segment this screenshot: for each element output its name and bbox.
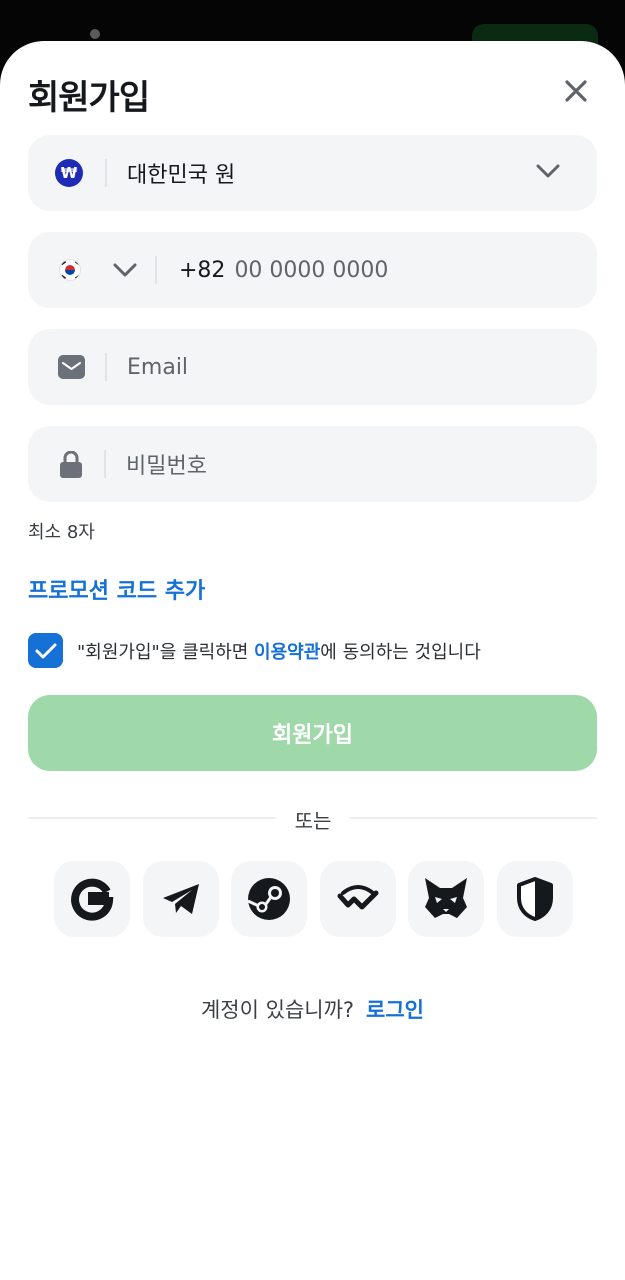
signup-button[interactable]: 회원가입 <box>28 695 597 771</box>
terms-prefix: "회원가입"을 클릭하면 <box>77 642 255 663</box>
google-login-button[interactable] <box>54 861 130 937</box>
page-title: 회원가입 <box>28 78 150 118</box>
lock-icon <box>60 450 82 478</box>
promo-code-link[interactable]: 프로모션 코드 추가 <box>28 573 205 605</box>
walletconnect-login-button[interactable] <box>320 861 396 937</box>
field-separator <box>105 353 107 381</box>
field-separator <box>104 450 106 478</box>
backdrop-camera-dot <box>90 29 100 39</box>
login-link[interactable]: 로그인 <box>366 998 424 1022</box>
phone-prefix: +82 <box>179 257 226 283</box>
terms-link[interactable]: 이용약관 <box>254 642 320 663</box>
terms-checkbox[interactable] <box>28 633 63 668</box>
terms-suffix: 에 동의하는 것입니다 <box>320 642 481 663</box>
google-icon <box>71 878 114 921</box>
currency-value: 대한민국 원 <box>127 163 236 188</box>
telegram-login-button[interactable] <box>143 861 219 937</box>
steam-login-button[interactable] <box>231 861 307 937</box>
close-icon <box>565 80 587 102</box>
password-placeholder[interactable]: 비밀번호 <box>126 448 207 480</box>
divider-line-left <box>28 817 276 819</box>
password-hint: 최소 8자 <box>28 522 95 543</box>
won-coin-icon: ₩ <box>55 159 83 187</box>
login-prompt: 계정이 있습니까? 로그인 <box>0 994 625 1024</box>
metamask-login-button[interactable] <box>408 861 484 937</box>
check-icon <box>35 643 56 658</box>
email-field[interactable]: Email <box>28 329 597 405</box>
telegram-icon <box>163 884 199 914</box>
metamask-fox-icon <box>425 878 467 918</box>
terms-text: "회원가입"을 클릭하면 이용약관에 동의하는 것입니다 <box>77 638 481 664</box>
close-button[interactable] <box>559 74 593 108</box>
phone-placeholder[interactable]: 00 0000 0000 <box>234 258 388 283</box>
divider-line-right <box>349 817 597 819</box>
email-placeholder[interactable]: Email <box>127 355 188 380</box>
password-field[interactable]: 비밀번호 <box>28 426 597 502</box>
shield-login-button[interactable] <box>497 861 573 937</box>
phone-field[interactable]: +82 00 0000 0000 <box>28 232 597 308</box>
steam-icon <box>247 878 290 920</box>
shield-icon <box>517 877 553 921</box>
south-korea-flag-icon[interactable] <box>59 259 81 281</box>
mail-icon <box>58 355 85 379</box>
field-separator <box>155 256 157 284</box>
chevron-down-icon[interactable] <box>113 262 137 278</box>
signup-sheet: 회원가입 ₩ 대한민국 원 +82 00 0000 0000 Email 비밀번… <box>0 41 625 1280</box>
chevron-down-icon <box>536 164 560 178</box>
field-separator <box>105 159 107 187</box>
login-question: 계정이 있습니까? <box>200 998 355 1022</box>
divider-label: 또는 <box>294 809 332 833</box>
walletconnect-icon <box>337 885 379 910</box>
currency-select[interactable]: ₩ 대한민국 원 <box>28 135 597 211</box>
